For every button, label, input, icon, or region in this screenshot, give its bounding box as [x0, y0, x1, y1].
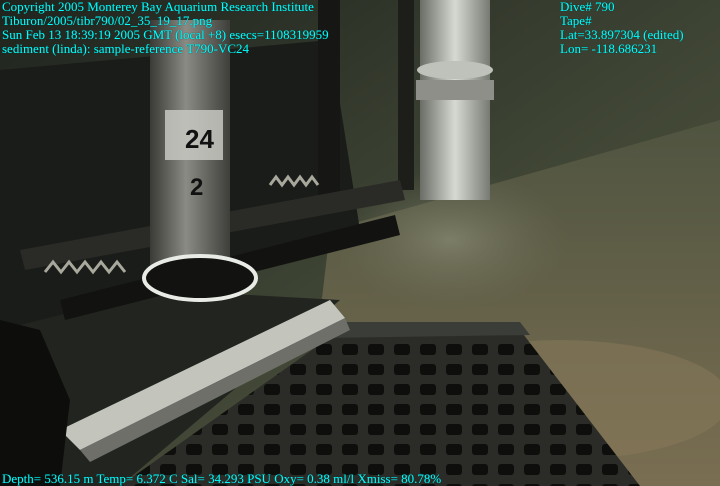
pipe-clamp	[416, 80, 494, 100]
pipe-rim	[417, 61, 493, 79]
video-frame: 24 2 Copyright 2005 Monterey Bay Aquariu…	[0, 0, 720, 486]
vertical-post	[398, 0, 414, 190]
overlay-line: Dive# 790	[560, 0, 615, 14]
core-label-number: 2	[190, 174, 203, 201]
overlay-line: Lat=33.897304 (edited)	[560, 27, 684, 42]
overlay-line: Copyright 2005 Monterey Bay Aquarium Res…	[2, 0, 314, 14]
overlay-line: Tiburon/2005/tibr790/02_35_19_17.png	[2, 13, 213, 28]
core-label-number: 24	[185, 124, 214, 154]
overlay-line: Sun Feb 13 18:39:19 2005 GMT (local +8) …	[2, 27, 329, 42]
overlay-top-right: Dive# 790 Tape# Lat=33.897304 (edited) L…	[560, 0, 684, 56]
overlay-line: Tape#	[560, 13, 592, 28]
overlay-line: sediment (linda): sample-reference T790-…	[2, 41, 250, 56]
overlay-top-left: Copyright 2005 Monterey Bay Aquarium Res…	[2, 0, 329, 56]
seafloor-scene: 24 2	[0, 0, 720, 486]
core-tube-collar	[142, 254, 258, 302]
overlay-line: Lon= -118.686231	[560, 41, 658, 56]
overlay-line: Depth= 536.15 m Temp= 6.372 C Sal= 34.29…	[2, 471, 442, 486]
overlay-bottom: Depth= 536.15 m Temp= 6.372 C Sal= 34.29…	[2, 472, 441, 486]
